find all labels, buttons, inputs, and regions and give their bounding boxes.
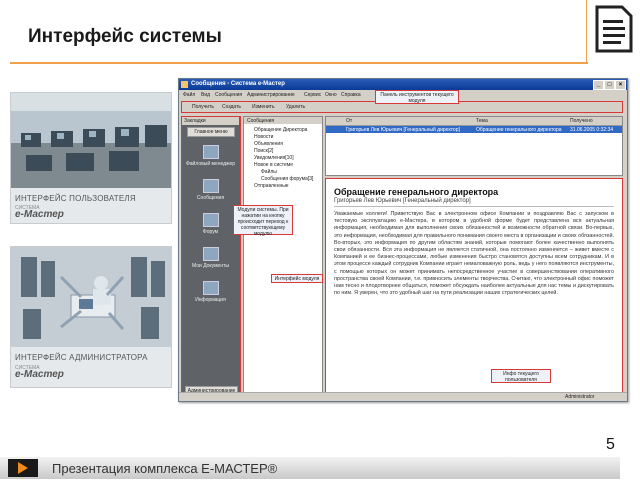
menu-view[interactable]: Вид: [201, 92, 210, 98]
menu-help[interactable]: Справка: [341, 92, 361, 98]
row-from: Григорьев Лев Юрьевич [Генеральный дирек…: [346, 127, 460, 133]
sidebar-header-label: Закладки: [184, 118, 206, 124]
app-window: Сообщения - Система е-Мастер _ □ × Файл …: [178, 78, 628, 402]
callout-modules: Модули системы. При нажатии на кнопку пр…: [233, 205, 293, 237]
menu-service[interactable]: Сервис: [304, 92, 321, 98]
message-view: Обращение генерального директора Григорь…: [325, 178, 623, 398]
close-icon[interactable]: ×: [615, 80, 626, 90]
user-interface-photo: ИНТЕРФЕЙС ПОЛЬЗОВАТЕЛЯ СИСТЕМА e-Мастер: [10, 92, 172, 224]
forum-icon: [202, 213, 219, 227]
message-body: Уважаемые коллеги! Приветствую Вас в эле…: [334, 211, 614, 297]
menu-admin[interactable]: Администрирование: [247, 92, 295, 98]
column-received[interactable]: Получено: [570, 118, 593, 124]
brand-logo: e-Мастер: [15, 209, 64, 220]
main-menu-button[interactable]: Главное меню: [187, 127, 235, 137]
edit-button[interactable]: Изменить: [252, 104, 275, 110]
sidebar-item-label: Информация: [195, 297, 226, 303]
menu-messages[interactable]: Сообщения: [215, 92, 242, 98]
list-header: От Тема Получено: [326, 117, 622, 126]
tree-node[interactable]: Отправленные: [254, 183, 289, 189]
sidebar-item-info[interactable]: Информация: [182, 281, 239, 303]
app-icon: [181, 81, 188, 88]
emaster-logo-icon: [8, 459, 38, 477]
sidebar-item-label: Сообщения: [196, 195, 225, 201]
maximize-icon[interactable]: □: [604, 80, 615, 90]
page-number: 5: [606, 436, 615, 453]
sidebar-item-label: Форум: [202, 229, 219, 235]
sidebar-item-documents[interactable]: Мои Документы: [182, 247, 239, 269]
window-title: Сообщения - Система е-Мастер: [191, 81, 285, 87]
folder-icon: [202, 145, 219, 159]
tree-root[interactable]: Сообщения: [247, 118, 274, 124]
sidebar-item-label: Мои Документы: [192, 263, 229, 269]
message-divider: [334, 206, 614, 207]
tree-node[interactable]: Новое в системе: [254, 162, 293, 168]
sidebar-header: Закладки: [182, 117, 239, 125]
column-subject[interactable]: Тема: [476, 118, 488, 124]
slide-title: Интерфейс системы: [28, 26, 222, 47]
thumb-caption: ИНТЕРФЕЙС АДМИНИСТРАТОРА: [15, 353, 148, 362]
delete-button[interactable]: Удалить: [286, 104, 305, 110]
row-subject: Обращение генерального директора: [476, 127, 562, 133]
modules-sidebar: Закладки Главное меню Файловый менеджер …: [181, 116, 241, 398]
current-user: Administrator: [565, 394, 595, 400]
tree-node[interactable]: Файлы: [261, 169, 277, 175]
create-button[interactable]: Создать: [222, 104, 241, 110]
message-title: Обращение генерального директора: [334, 187, 499, 197]
callout-toolbar: Панель инструментов текущего модуля: [375, 90, 459, 104]
sidebar-item-files[interactable]: Файловый менеджер: [182, 145, 239, 167]
minimize-icon[interactable]: _: [593, 80, 604, 90]
row-received: 31.06.2005 0:32:34: [570, 127, 614, 133]
tree-node[interactable]: Уведомления[10]: [254, 155, 294, 161]
documents-icon: [202, 247, 219, 261]
callout-module-ui: Интерфейс модуля: [271, 274, 323, 283]
tree-node[interactable]: Сообщения форума[3]: [261, 176, 313, 182]
status-bar: Administrator: [179, 392, 627, 401]
menu-file[interactable]: Файл: [183, 92, 195, 98]
table-row[interactable]: Григорьев Лев Юрьевич [Генеральный дирек…: [326, 126, 622, 133]
tree-node[interactable]: Обращение Директора: [254, 127, 307, 133]
info-icon: [202, 281, 219, 295]
brand-logo: e-Мастер: [15, 369, 64, 380]
tree-node[interactable]: Новости: [254, 134, 273, 140]
folder-tree: Сообщения Обращение Директора Новости Об…: [243, 116, 323, 398]
callout-user-info: Инфо текущего пользователя: [491, 369, 551, 383]
document-icon: [595, 5, 633, 53]
sidebar-item-messages[interactable]: Сообщения: [182, 179, 239, 201]
column-from[interactable]: От: [346, 118, 352, 124]
tree-node[interactable]: Поиск[2]: [254, 148, 273, 154]
admin-interface-photo: ИНТЕРФЕЙС АДМИНИСТРАТОРА СИСТЕМА e-Масте…: [10, 246, 172, 388]
title-vertical-divider: [586, 0, 587, 64]
sidebar-item-label: Файловый менеджер: [185, 161, 236, 167]
envelope-icon: [202, 179, 219, 193]
office-photo: [11, 93, 171, 188]
message-list: От Тема Получено Григорьев Лев Юрьевич […: [325, 116, 623, 176]
thumb-caption: ИНТЕРФЕЙС ПОЛЬЗОВАТЕЛЯ: [15, 194, 136, 203]
tree-node[interactable]: Объявления: [254, 141, 283, 147]
footer-text: Презентация комплекса Е-МАСТЕР®: [52, 461, 278, 476]
message-author: Григорьев Лев Юрьевич [Генеральный дирек…: [334, 198, 471, 204]
menu-window[interactable]: Окно: [325, 92, 337, 98]
server-room-photo: [11, 247, 171, 347]
sidebar-item-forum[interactable]: Форум: [182, 213, 239, 235]
window-titlebar: Сообщения - Система е-Мастер _ □ ×: [179, 79, 627, 90]
receive-button[interactable]: Получить: [192, 104, 214, 110]
title-divider: [10, 62, 588, 64]
